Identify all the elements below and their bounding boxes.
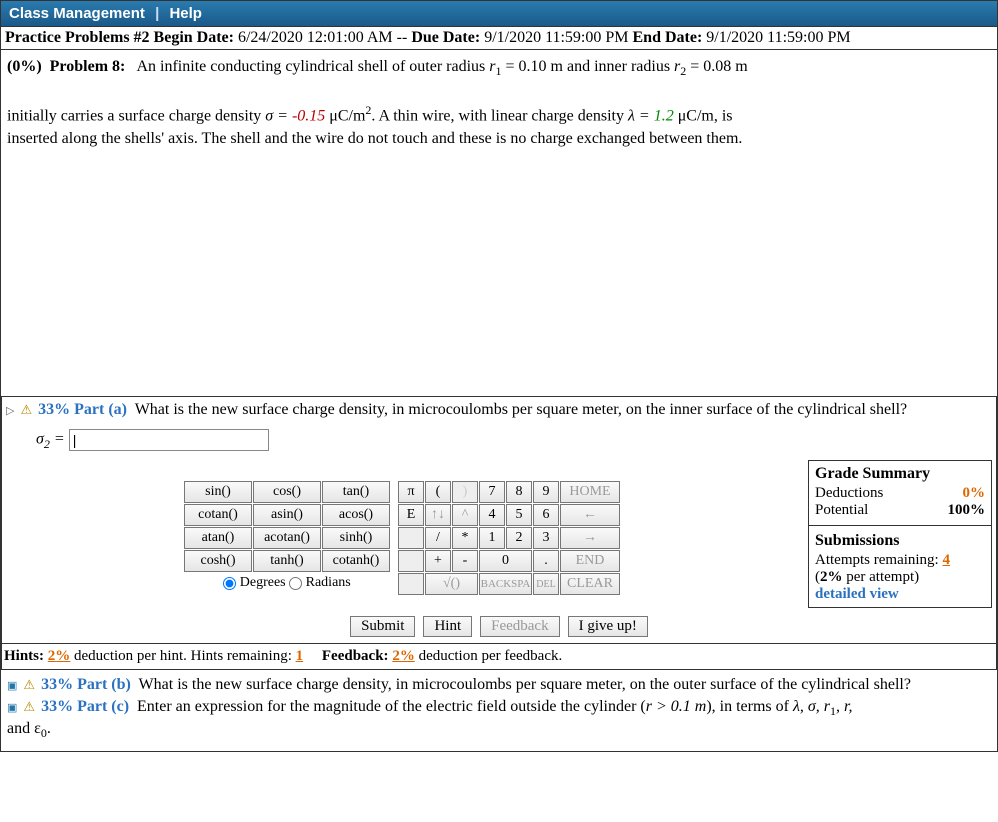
separator: | (155, 5, 159, 22)
acotan-key[interactable]: acotan() (253, 527, 321, 549)
key-3[interactable]: 3 (533, 527, 559, 549)
part-a-label: Part (a) (74, 401, 127, 418)
key-7[interactable]: 7 (479, 481, 505, 503)
tan-key[interactable]: tan() (322, 481, 390, 503)
e-key[interactable]: E (398, 504, 424, 526)
main-box: (0%) Problem 8: An infinite conducting c… (0, 49, 998, 752)
action-row: Submit Hint Feedback I give up! (6, 610, 992, 639)
help-link[interactable]: Help (169, 5, 202, 22)
detailed-view-link[interactable]: detailed view (815, 586, 985, 603)
blank-key2 (398, 550, 424, 572)
backspace-key[interactable]: BACKSPA (479, 573, 532, 595)
warning-icon: ⚠ (23, 699, 35, 714)
tanh-key[interactable]: tanh() (253, 550, 321, 572)
end-key[interactable]: END (560, 550, 620, 572)
feedback-button: Feedback (480, 616, 559, 637)
date-row: Practice Problems #2 Begin Date: 6/24/20… (0, 27, 998, 49)
header-bar: Class Management | Help (0, 0, 998, 27)
due-label: Due Date: (411, 29, 480, 46)
cotan-key[interactable]: cotan() (184, 504, 252, 526)
sin-key[interactable]: sin() (184, 481, 252, 503)
end-label: End Date: (633, 29, 703, 46)
cos-key[interactable]: cos() (253, 481, 321, 503)
spacer (7, 156, 991, 396)
collapse-icon[interactable]: ▣ (7, 702, 17, 714)
left-key[interactable]: ← (560, 504, 620, 526)
blank-key (398, 527, 424, 549)
lparen-key[interactable]: ( (425, 481, 451, 503)
key-2[interactable]: 2 (506, 527, 532, 549)
angle-mode: Degrees Radians (183, 573, 391, 591)
multiply-key[interactable]: * (452, 527, 478, 549)
blank-key3 (398, 573, 424, 595)
rparen-key[interactable]: ) (452, 481, 478, 503)
caret-key[interactable]: ^ (452, 504, 478, 526)
radians-radio[interactable]: Radians (289, 575, 351, 590)
key-5[interactable]: 5 (506, 504, 532, 526)
divide-key[interactable]: / (425, 527, 451, 549)
function-pad: sin()cos()tan() cotan()asin()acos() atan… (183, 480, 391, 591)
warning-icon: ⚠ (23, 677, 35, 692)
warning-icon: ⚠ (20, 402, 32, 417)
answer-row: σ2 = (6, 421, 992, 456)
part-a-question: What is the new surface charge density, … (135, 401, 907, 418)
class-management-link[interactable]: Class Management (9, 5, 145, 22)
keypad-area: sin()cos()tan() cotan()asin()acos() atan… (6, 460, 798, 596)
part-a-box: ▷ ⚠ 33% Part (a) What is the new surface… (1, 396, 997, 670)
part-c-header: ▣ ⚠ 33% Part (c) Enter an expression for… (7, 696, 991, 742)
submit-button[interactable]: Submit (350, 616, 415, 637)
plus-key[interactable]: + (425, 550, 451, 572)
collapse-icon[interactable]: ▣ (7, 680, 17, 692)
home-key[interactable]: HOME (560, 481, 620, 503)
sinh-key[interactable]: sinh() (322, 527, 390, 549)
number-pad: π ( ) 7 8 9 HOME E ↑↓ ^ 4 (397, 480, 621, 596)
key-6[interactable]: 6 (533, 504, 559, 526)
asin-key[interactable]: asin() (253, 504, 321, 526)
grade-summary: Grade Summary Deductions0% Potential100%… (808, 460, 992, 608)
part-a-pct: 33% (38, 401, 70, 418)
practice-label: Practice Problems #2 Begin Date: (5, 29, 234, 46)
pi-key[interactable]: π (398, 481, 424, 503)
submissions-title: Submissions (815, 532, 985, 550)
right-key[interactable]: → (560, 527, 620, 549)
problem-pct: (0%) (7, 58, 42, 75)
begin-date: 6/24/2020 12:01:00 AM (238, 29, 393, 46)
part-b-header: ▣ ⚠ 33% Part (b) What is the new surface… (7, 674, 991, 696)
expand-icon[interactable]: ▷ (6, 405, 14, 417)
problem-statement: (0%) Problem 8: An infinite conducting c… (7, 54, 991, 156)
grade-title: Grade Summary (815, 465, 985, 483)
hint-button[interactable]: Hint (423, 616, 472, 637)
key-9[interactable]: 9 (533, 481, 559, 503)
updown-key[interactable]: ↑↓ (425, 504, 451, 526)
cosh-key[interactable]: cosh() (184, 550, 252, 572)
problem-name: Problem 8: (50, 58, 126, 75)
sqrt-key[interactable]: √() (425, 573, 478, 595)
key-0[interactable]: 0 (479, 550, 532, 572)
cotanh-key[interactable]: cotanh() (322, 550, 390, 572)
degrees-radio[interactable]: Degrees (223, 575, 285, 590)
due-date: 9/1/2020 11:59:00 PM (484, 29, 628, 46)
key-4[interactable]: 4 (479, 504, 505, 526)
end-date: 9/1/2020 11:59:00 PM (706, 29, 850, 46)
dot-key[interactable]: . (533, 550, 559, 572)
answer-input[interactable] (69, 429, 269, 451)
minus-key[interactable]: - (452, 550, 478, 572)
atan-key[interactable]: atan() (184, 527, 252, 549)
part-a-header: ▷ ⚠ 33% Part (a) What is the new surface… (6, 399, 992, 421)
del-key[interactable]: DEL (533, 573, 559, 595)
giveup-button[interactable]: I give up! (568, 616, 648, 637)
acos-key[interactable]: acos() (322, 504, 390, 526)
hints-row: Hints: 2% deduction per hint. Hints rema… (2, 643, 996, 669)
key-8[interactable]: 8 (506, 481, 532, 503)
key-1[interactable]: 1 (479, 527, 505, 549)
clear-key[interactable]: CLEAR (560, 573, 620, 595)
